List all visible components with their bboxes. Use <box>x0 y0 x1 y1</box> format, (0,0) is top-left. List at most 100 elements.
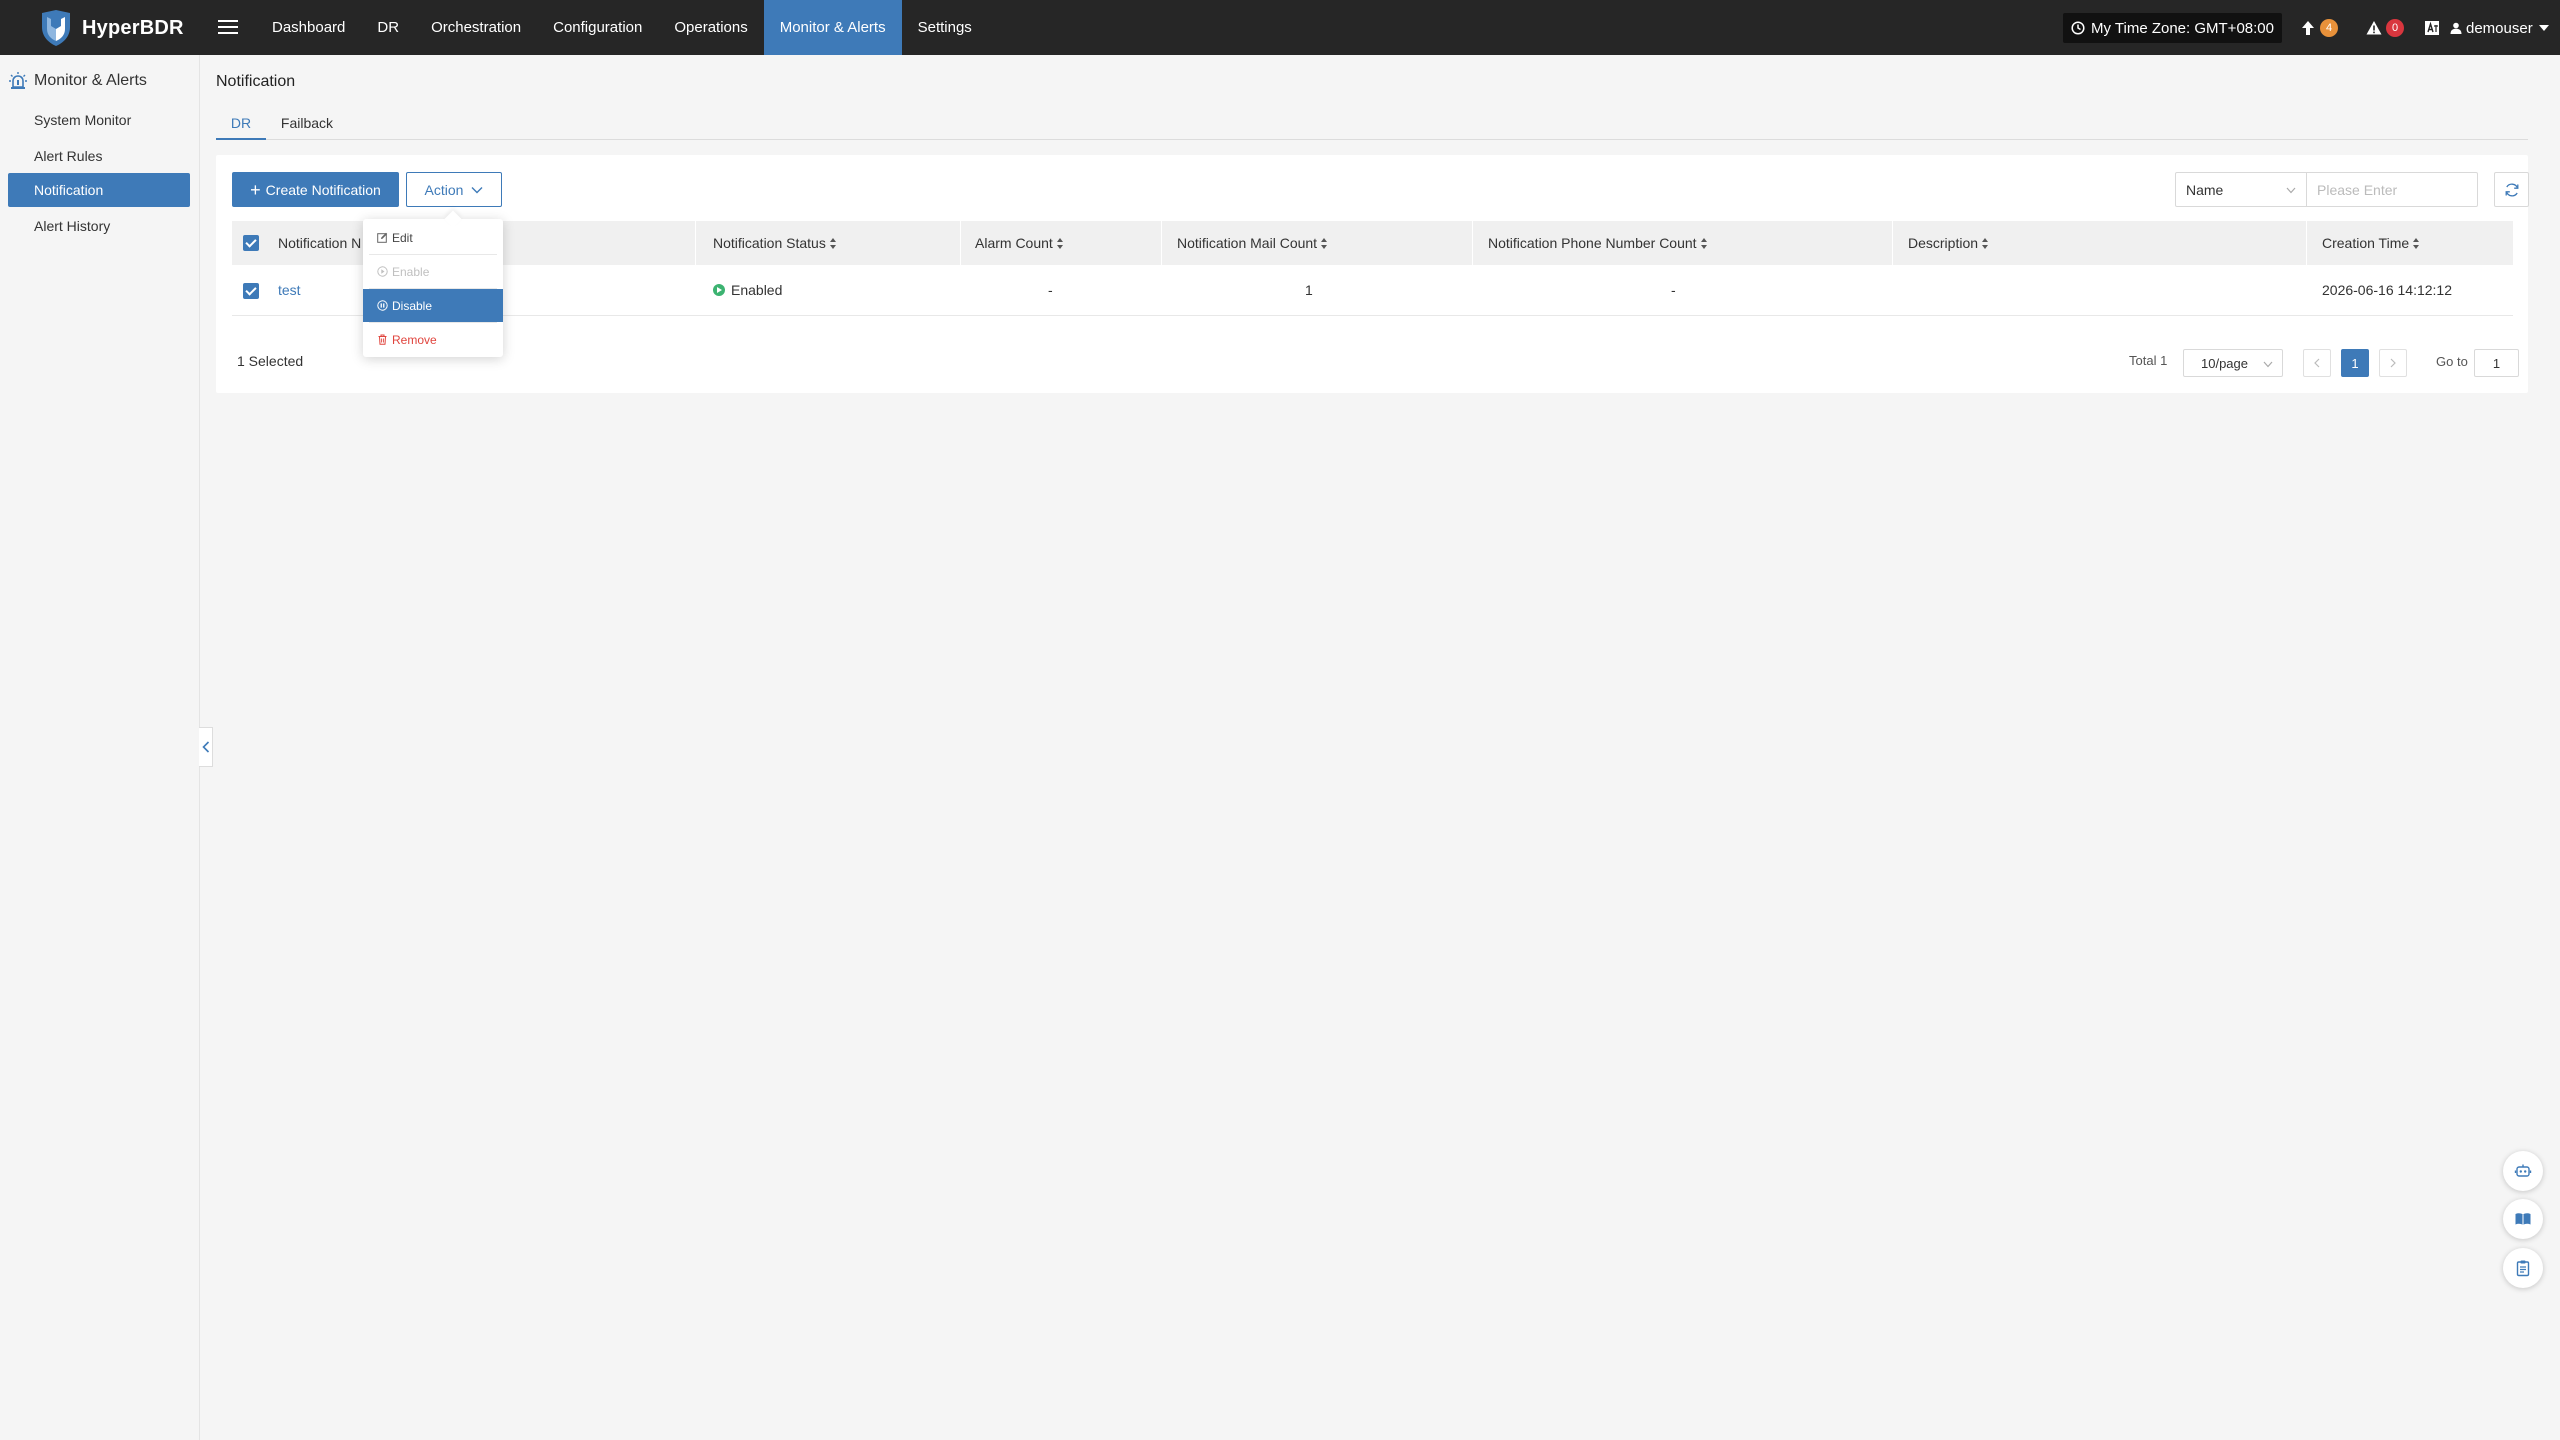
menu-toggle-icon[interactable] <box>218 16 238 38</box>
warning-icon <box>2366 21 2382 35</box>
chevron-down-icon <box>2263 361 2273 368</box>
action-dropdown-menu: Edit Enable Disable Remove <box>363 219 503 357</box>
shield-logo-icon <box>42 10 70 46</box>
tab-failback[interactable]: Failback <box>276 108 338 140</box>
next-page-button[interactable] <box>2379 349 2407 377</box>
col-mail-label: Notification Mail Count <box>1177 235 1318 251</box>
action-label: Action <box>424 181 464 198</box>
page-button-current[interactable]: 1 <box>2341 349 2369 377</box>
table-row[interactable]: test Enabled - 1 - 2026-06-16 14:12:12 <box>232 265 2513 316</box>
sidebar-item-alert-history[interactable]: Alert History <box>8 209 190 243</box>
refresh-button[interactable] <box>2494 172 2529 207</box>
mail-count-cell: 1 <box>1305 282 1313 298</box>
phone-count-cell: - <box>1671 282 1676 298</box>
clipboard-icon <box>2516 1260 2530 1277</box>
sort-icon[interactable] <box>829 238 837 250</box>
sidebar-heading: Monitor & Alerts <box>8 69 147 93</box>
trash-icon <box>378 334 387 345</box>
upgrade-notifications[interactable]: 4 <box>2300 13 2338 43</box>
sort-icon[interactable] <box>1056 238 1064 250</box>
play-status-icon <box>713 284 725 297</box>
creation-time-cell: 2026-06-16 14:12:12 <box>2322 282 2452 298</box>
top-bar: HyperBDR Dashboard DR Orchestration Conf… <box>0 0 2560 55</box>
nav-settings[interactable]: Settings <box>902 0 988 55</box>
alert-notifications[interactable]: 0 <box>2366 13 2404 43</box>
column-divider <box>695 221 696 265</box>
chatbot-button[interactable] <box>2503 1151 2543 1191</box>
col-description-label: Description <box>1908 235 1979 251</box>
disable-icon <box>377 300 388 311</box>
col-phone-count[interactable]: Notification Phone Number Count <box>1488 221 1708 265</box>
main-nav: Dashboard DR Orchestration Configuration… <box>256 0 988 55</box>
col-notification-name-label: Notification N <box>278 235 362 251</box>
status-text: Enabled <box>731 282 783 298</box>
col-status-label: Notification Status <box>713 235 826 251</box>
documentation-button[interactable] <box>2503 1199 2543 1239</box>
chevron-right-icon <box>2390 358 2396 368</box>
sidebar-item-alert-rules[interactable]: Alert Rules <box>8 139 190 173</box>
app-name: HyperBDR <box>82 16 184 39</box>
search-input[interactable] <box>2306 172 2478 207</box>
upgrade-count-badge: 4 <box>2320 19 2338 37</box>
column-divider <box>1892 221 1893 265</box>
sidebar-collapse-button[interactable] <box>199 727 213 767</box>
goto-label: Go to <box>2436 354 2468 369</box>
menu-item-remove[interactable]: Remove <box>363 323 503 356</box>
col-creation-time[interactable]: Creation Time <box>2322 221 2420 265</box>
col-notification-status[interactable]: Notification Status <box>713 221 837 265</box>
search-field-value: Name <box>2186 181 2224 198</box>
col-phone-label: Notification Phone Number Count <box>1488 235 1697 251</box>
select-all-checkbox[interactable] <box>243 235 259 251</box>
pagination-total: Total 1 <box>2129 353 2168 368</box>
sidebar-item-notification[interactable]: Notification <box>8 173 190 207</box>
column-divider <box>1472 221 1473 265</box>
nav-dr[interactable]: DR <box>361 0 415 55</box>
edit-icon <box>377 232 388 243</box>
sort-icon[interactable] <box>1982 238 1989 250</box>
page-size-value: 10/page <box>2201 355 2248 371</box>
app-logo[interactable]: HyperBDR <box>38 9 184 47</box>
alarm-count-cell: - <box>1048 282 1053 298</box>
notification-panel: + Create Notification Action Name Notifi… <box>216 155 2529 393</box>
nav-monitor-alerts[interactable]: Monitor & Alerts <box>763 0 902 55</box>
col-mail-count[interactable]: Notification Mail Count <box>1177 221 1328 265</box>
search-field-select[interactable]: Name <box>2175 172 2307 207</box>
notification-name-link[interactable]: test <box>278 265 301 316</box>
tab-bar: DR Failback <box>216 108 2528 140</box>
goto-page-input[interactable] <box>2474 349 2519 377</box>
nav-dashboard[interactable]: Dashboard <box>256 0 361 55</box>
alarm-light-icon <box>9 72 27 89</box>
language-icon <box>2425 21 2439 35</box>
menu-item-disable[interactable]: Disable <box>363 289 503 322</box>
column-divider <box>1161 221 1162 265</box>
prev-page-button[interactable] <box>2303 349 2331 377</box>
timezone-text: My Time Zone: GMT+08:00 <box>2091 19 2274 37</box>
timezone-indicator[interactable]: My Time Zone: GMT+08:00 <box>2063 13 2282 43</box>
menu-item-edit[interactable]: Edit <box>363 221 503 254</box>
nav-configuration[interactable]: Configuration <box>537 0 658 55</box>
task-log-button[interactable] <box>2503 1248 2543 1288</box>
enable-icon <box>377 266 388 277</box>
sort-icon[interactable] <box>1700 238 1708 250</box>
sort-icon[interactable] <box>1321 238 1328 250</box>
nav-operations[interactable]: Operations <box>658 0 763 55</box>
sidebar: Monitor & Alerts System Monitor Alert Ru… <box>0 55 200 1440</box>
chevron-down-icon <box>471 186 483 193</box>
chevron-left-icon <box>201 741 209 753</box>
page-size-select[interactable]: 10/page <box>2183 349 2283 377</box>
chevron-left-icon <box>2314 358 2320 368</box>
action-dropdown-button[interactable]: Action <box>406 172 502 207</box>
tab-dr[interactable]: DR <box>216 108 266 140</box>
row-checkbox[interactable] <box>243 283 259 299</box>
nav-orchestration[interactable]: Orchestration <box>415 0 537 55</box>
username: demouser <box>2466 19 2533 37</box>
create-notification-button[interactable]: + Create Notification <box>232 172 399 207</box>
col-description[interactable]: Description <box>1908 221 1989 265</box>
column-divider <box>2306 221 2307 265</box>
col-alarm-count[interactable]: Alarm Count <box>975 221 1064 265</box>
sidebar-item-system-monitor[interactable]: System Monitor <box>8 103 190 137</box>
col-notification-name[interactable]: Notification N <box>278 221 361 265</box>
language-switch[interactable] <box>2424 13 2440 43</box>
sort-icon[interactable] <box>2413 238 2420 250</box>
user-menu[interactable]: demouser <box>2450 13 2549 43</box>
